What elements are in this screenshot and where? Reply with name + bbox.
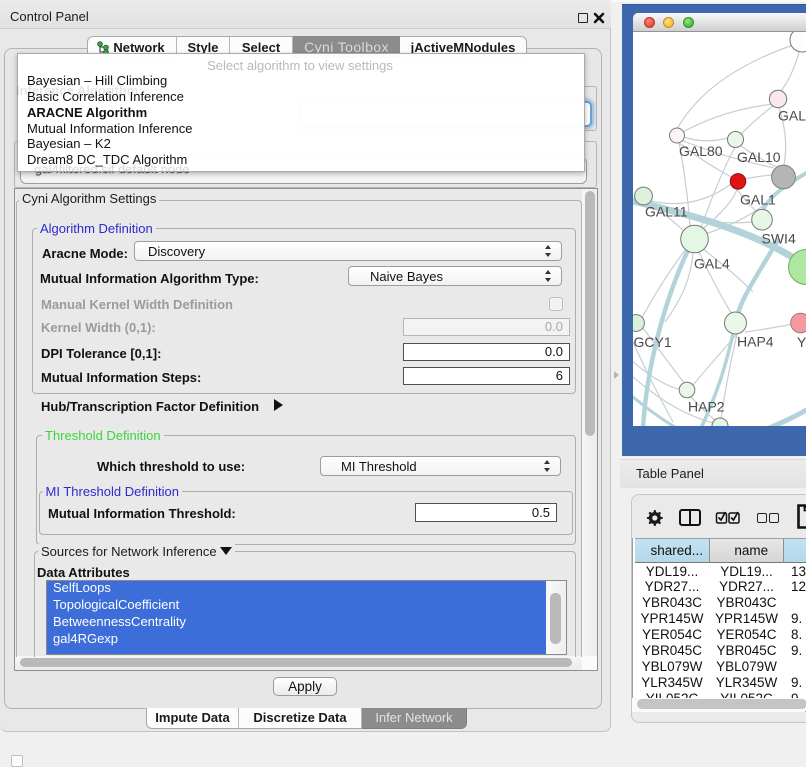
svg-text:YM: YM	[797, 334, 806, 350]
svg-text:GAL11: GAL11	[645, 203, 688, 219]
svg-text:HAP4: HAP4	[737, 333, 774, 349]
svg-text:GAL4: GAL4	[694, 255, 730, 271]
svg-text:SWI4: SWI4	[762, 230, 796, 246]
svg-text:GCY1: GCY1	[634, 334, 672, 350]
svg-text:HAP2: HAP2	[688, 398, 725, 414]
svg-text:GAL10: GAL10	[737, 149, 781, 165]
svg-text:GAL80: GAL80	[679, 143, 723, 159]
svg-text:GAL7: GAL7	[778, 107, 806, 123]
svg-text:GAL1: GAL1	[740, 191, 776, 207]
